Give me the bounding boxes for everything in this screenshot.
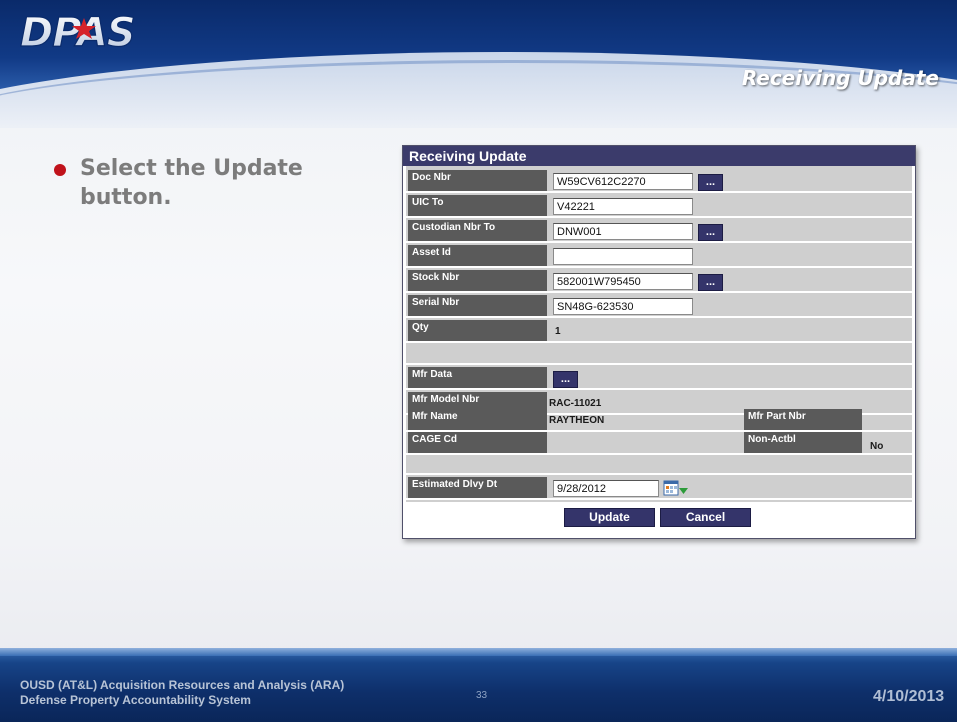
row-cage-cd: CAGE Cd Non-Actbl No: [406, 432, 912, 455]
mfr-name-value: RAYTHEON: [549, 415, 605, 426]
update-button[interactable]: Update: [564, 508, 655, 527]
label-custodian-nbr-to: Custodian Nbr To: [408, 220, 547, 241]
custodian-nbr-to-input[interactable]: DNW001: [553, 223, 693, 240]
dpas-logo: DPAS: [19, 9, 136, 56]
row-uic-to: UIC To V42221: [406, 195, 912, 218]
row-mfr-name: Mfr Name RAYTHEON Mfr Part Nbr: [406, 409, 912, 432]
row-estimated-dlvy-dt: Estimated Dlvy Dt 9/28/2012: [406, 477, 912, 500]
mfr-data-lookup-button[interactable]: ...: [553, 371, 578, 388]
panel-title: Receiving Update: [403, 146, 915, 166]
row-custodian-nbr-to: Custodian Nbr To DNW001 ...: [406, 220, 912, 243]
dpas-logo-text: DPAS: [20, 10, 135, 56]
label-mfr-part-nbr: Mfr Part Nbr: [744, 409, 862, 430]
footer-date: 4/10/2013: [873, 688, 945, 705]
label-estimated-dlvy-dt: Estimated Dlvy Dt: [408, 477, 547, 498]
slide-number: 33: [476, 690, 488, 701]
stock-nbr-input[interactable]: 582001W795450: [553, 273, 693, 290]
custodian-lookup-button[interactable]: ...: [698, 224, 723, 241]
slide: DPAS Receiving Update Select the Update …: [0, 0, 957, 722]
mfr-model-nbr-value: RAC-11021: [549, 398, 602, 409]
label-asset-id: Asset Id: [408, 245, 547, 266]
label-mfr-data: Mfr Data: [408, 367, 547, 388]
stock-nbr-lookup-button[interactable]: ...: [698, 274, 723, 291]
slide-header: DPAS Receiving Update: [0, 0, 957, 128]
qty-value: 1: [555, 326, 561, 337]
cancel-button[interactable]: Cancel: [660, 508, 751, 527]
bullet-text: Select the Update button.: [80, 156, 303, 210]
label-uic-to: UIC To: [408, 195, 547, 216]
row-stock-nbr: Stock Nbr 582001W795450 ...: [406, 270, 912, 293]
footer-org-text: OUSD (AT&L) Acquisition Resources and An…: [20, 678, 344, 708]
footer-org-line2: Defense Property Accountability System: [20, 693, 251, 707]
label-stock-nbr: Stock Nbr: [408, 270, 547, 291]
row-serial-nbr: Serial Nbr SN48G-623530: [406, 295, 912, 318]
row-mfr-data: Mfr Data ...: [406, 367, 912, 390]
label-qty: Qty: [408, 320, 547, 341]
label-serial-nbr: Serial Nbr: [408, 295, 547, 316]
form-area: Doc Nbr W59CV612C2270 ... UIC To V42221 …: [406, 166, 912, 502]
footer-org-line1: OUSD (AT&L) Acquisition Resources and An…: [20, 678, 345, 692]
row-doc-nbr: Doc Nbr W59CV612C2270 ...: [406, 170, 912, 193]
row-spacer-2: [406, 455, 912, 475]
serial-nbr-input[interactable]: SN48G-623530: [553, 298, 693, 315]
uic-to-input[interactable]: V42221: [553, 198, 693, 215]
bullet-item: Select the Update button.: [54, 154, 356, 212]
label-cage-cd: CAGE Cd: [408, 432, 547, 453]
doc-nbr-input[interactable]: W59CV612C2270: [553, 173, 693, 190]
footer-accent-line: [0, 648, 957, 656]
label-doc-nbr: Doc Nbr: [408, 170, 547, 191]
row-spacer-1: [406, 345, 912, 365]
receiving-update-panel: Receiving Update Doc Nbr W59CV612C2270 .…: [402, 145, 916, 539]
bullet-dot-icon: [54, 164, 66, 176]
label-non-actbl: Non-Actbl: [744, 432, 862, 453]
label-mfr-name: Mfr Name: [408, 409, 547, 430]
doc-nbr-lookup-button[interactable]: ...: [698, 174, 723, 191]
row-qty: Qty 1: [406, 320, 912, 343]
slide-footer: OUSD (AT&L) Acquisition Resources and An…: [0, 648, 957, 722]
non-actbl-value: No: [870, 441, 884, 452]
row-asset-id: Asset Id: [406, 245, 912, 268]
asset-id-input[interactable]: [553, 248, 693, 265]
estimated-dlvy-dt-input[interactable]: 9/28/2012: [553, 480, 659, 497]
slide-title: Receiving Update: [741, 66, 939, 90]
calendar-icon[interactable]: [663, 480, 689, 497]
